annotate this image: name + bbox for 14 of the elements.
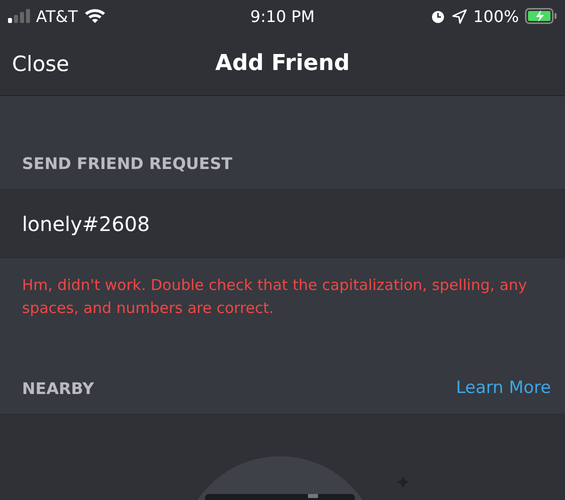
section-heading: SEND FRIEND REQUEST bbox=[22, 154, 232, 175]
alarm-clock-icon bbox=[430, 8, 446, 24]
learn-more-link[interactable]: Learn More bbox=[456, 378, 551, 414]
wifi-icon bbox=[84, 8, 106, 24]
signal-icon bbox=[8, 9, 30, 23]
battery-percentage: 100% bbox=[473, 6, 519, 26]
location-arrow-icon bbox=[452, 8, 468, 24]
close-button[interactable]: Close bbox=[0, 52, 82, 76]
carrier-name: AT&T bbox=[36, 6, 78, 26]
battery-charging-icon bbox=[525, 8, 557, 24]
clock-time: 9:10 PM bbox=[250, 6, 315, 26]
screen-title: Add Friend bbox=[215, 51, 350, 76]
error-message: Hm, didn't work. Double check that the capitalization, spelling, any spaces, and numbers are correct. bbox=[0, 258, 565, 332]
section-heading: NEARBY bbox=[22, 379, 94, 400]
